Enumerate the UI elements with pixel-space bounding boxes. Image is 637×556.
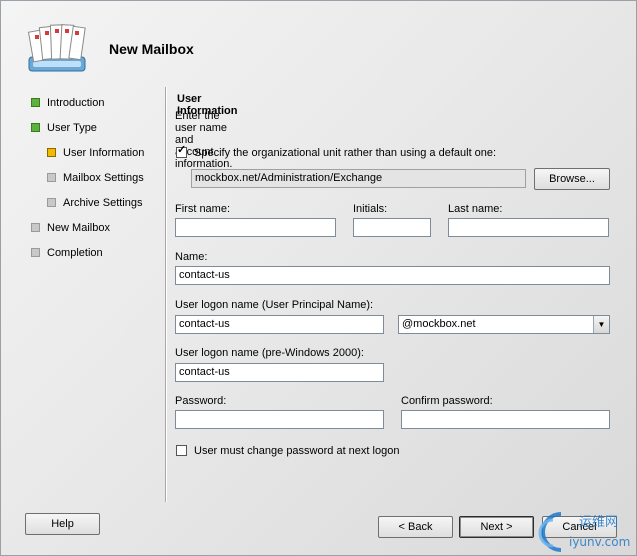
confirm-password-field[interactable] [401, 410, 610, 429]
watermark-bottom-text: iyunv.com [569, 535, 630, 549]
last-name-field[interactable] [448, 218, 609, 237]
upn-field[interactable]: contact-us [175, 315, 384, 334]
browse-button[interactable]: Browse... [534, 168, 610, 190]
step-label: User Information [63, 147, 145, 159]
ou-path-field: mockbox.net/Administration/Exchange [191, 169, 526, 188]
step-status-icon [31, 98, 40, 107]
pre2000-field[interactable]: contact-us [175, 363, 384, 382]
must-change-password-label: User must change password at next logon [194, 445, 400, 457]
initials-label: Initials: [353, 203, 388, 215]
sidebar-divider [165, 87, 167, 502]
step-label: Completion [47, 247, 103, 259]
name-field[interactable]: contact-us [175, 266, 610, 285]
password-label: Password: [175, 395, 227, 407]
watermark-top-text: 运维网 [579, 515, 618, 530]
section-description: Enter the user name and account informat… [175, 110, 233, 170]
step-label: Introduction [47, 97, 105, 109]
initials-field[interactable] [353, 218, 431, 237]
step-status-icon [31, 248, 40, 257]
first-name-label: First name: [175, 203, 231, 215]
help-button[interactable]: Help [25, 513, 100, 535]
step-status-icon [47, 198, 56, 207]
step-label: User Type [47, 122, 97, 134]
must-change-password-checkbox[interactable] [176, 445, 187, 456]
step-label: New Mailbox [47, 222, 110, 234]
upn-label: User logon name (User Principal Name): [175, 299, 374, 311]
step-label: Archive Settings [63, 197, 143, 209]
back-button[interactable]: < Back [378, 516, 453, 538]
pre2000-label: User logon name (pre-Windows 2000): [175, 347, 364, 359]
mailbox-logo-icon [27, 24, 86, 72]
watermark-logo: 运维网 iyunv.com [538, 512, 630, 552]
step-status-icon [47, 173, 56, 182]
last-name-label: Last name: [448, 203, 503, 215]
name-label: Name: [175, 251, 208, 263]
specify-ou-label: Specify the organizational unit rather t… [194, 147, 497, 159]
domain-dropdown[interactable]: @mockbox.net ▼ [398, 315, 610, 334]
step-label: Mailbox Settings [63, 172, 144, 184]
step-status-icon [31, 123, 40, 132]
step-status-icon [31, 223, 40, 232]
next-button[interactable]: Next > [459, 516, 534, 538]
wizard-title: New Mailbox [109, 41, 194, 57]
wizard-window: New Mailbox Introduction User Type User … [0, 0, 637, 556]
wizard-header: New Mailbox [1, 1, 636, 86]
step-status-icon [47, 148, 56, 157]
confirm-password-label: Confirm password: [401, 395, 493, 407]
password-field[interactable] [175, 410, 384, 429]
checkmark-icon: ✓ [177, 144, 187, 156]
domain-selected-value: @mockbox.net [402, 318, 476, 330]
first-name-field[interactable] [175, 218, 336, 237]
specify-ou-checkbox[interactable]: ✓ [176, 144, 187, 158]
chevron-down-icon[interactable]: ▼ [593, 316, 609, 333]
